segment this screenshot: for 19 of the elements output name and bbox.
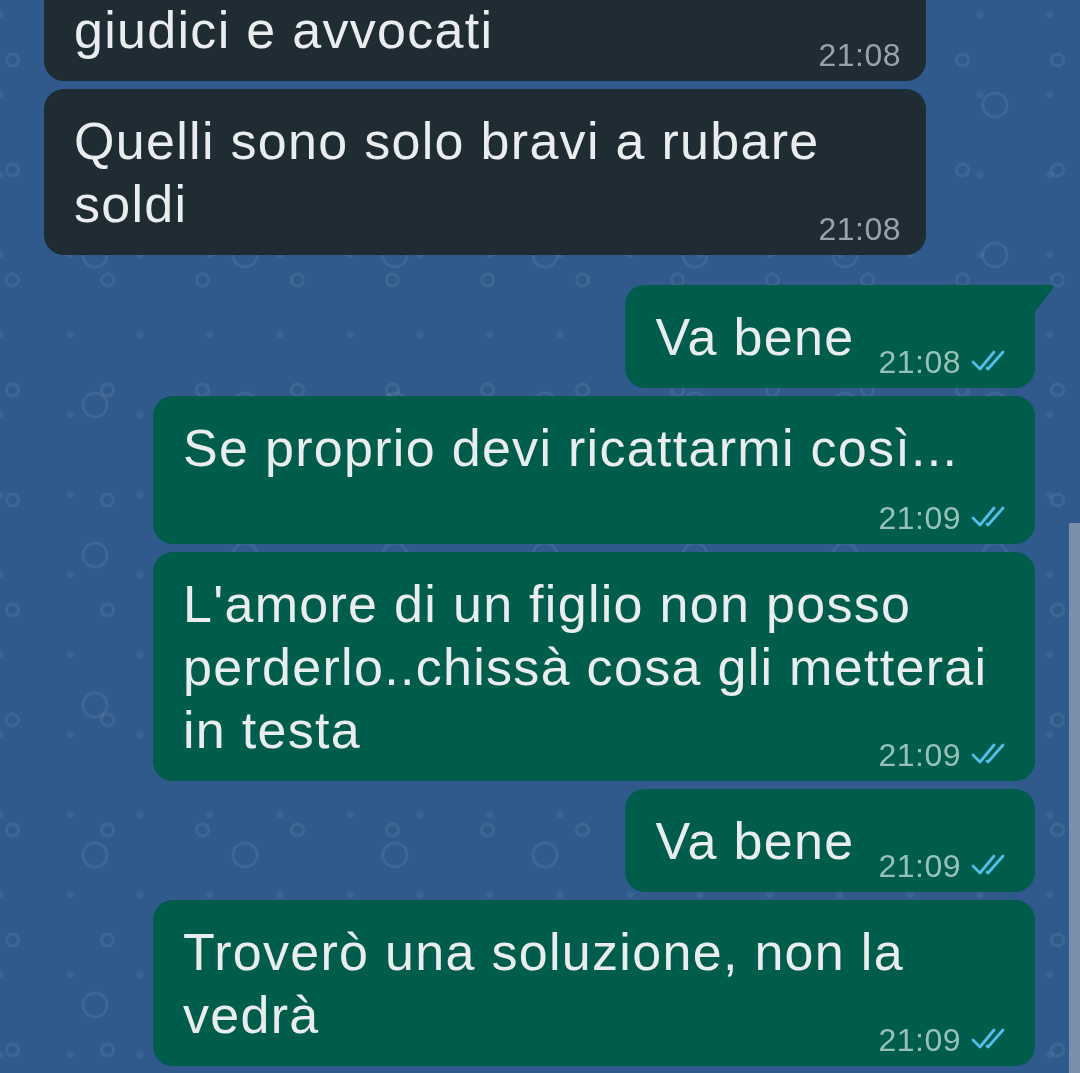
message-time: 21:08 bbox=[818, 37, 901, 73]
message-text: L'amore di un figlio non posso bbox=[183, 575, 912, 633]
message-text: soldi bbox=[74, 175, 188, 233]
message-time: 21:09 bbox=[878, 848, 961, 884]
message-text: Va bene bbox=[655, 812, 855, 870]
message-text: Se proprio devi ricattarmi così... bbox=[183, 419, 959, 477]
message-text: Va bene bbox=[655, 308, 855, 366]
message-time: 21:09 bbox=[878, 737, 961, 773]
message-time: 21:09 bbox=[878, 500, 961, 536]
message-time: 21:08 bbox=[878, 344, 961, 380]
message-text: perderlo..chissà cosa gli metterai bbox=[183, 638, 988, 696]
message-text: in testa bbox=[183, 701, 362, 759]
scrollbar-thumb[interactable] bbox=[1069, 523, 1080, 1073]
message-text: giudici e avvocati bbox=[74, 1, 494, 59]
message-text: vedrà bbox=[183, 986, 320, 1044]
message-time: 21:09 bbox=[878, 1022, 961, 1058]
message-time: 21:08 bbox=[818, 211, 901, 247]
message-text: Quelli sono solo bravi a rubare bbox=[74, 112, 820, 170]
message-text: Troverò una soluzione, non la bbox=[183, 923, 904, 981]
